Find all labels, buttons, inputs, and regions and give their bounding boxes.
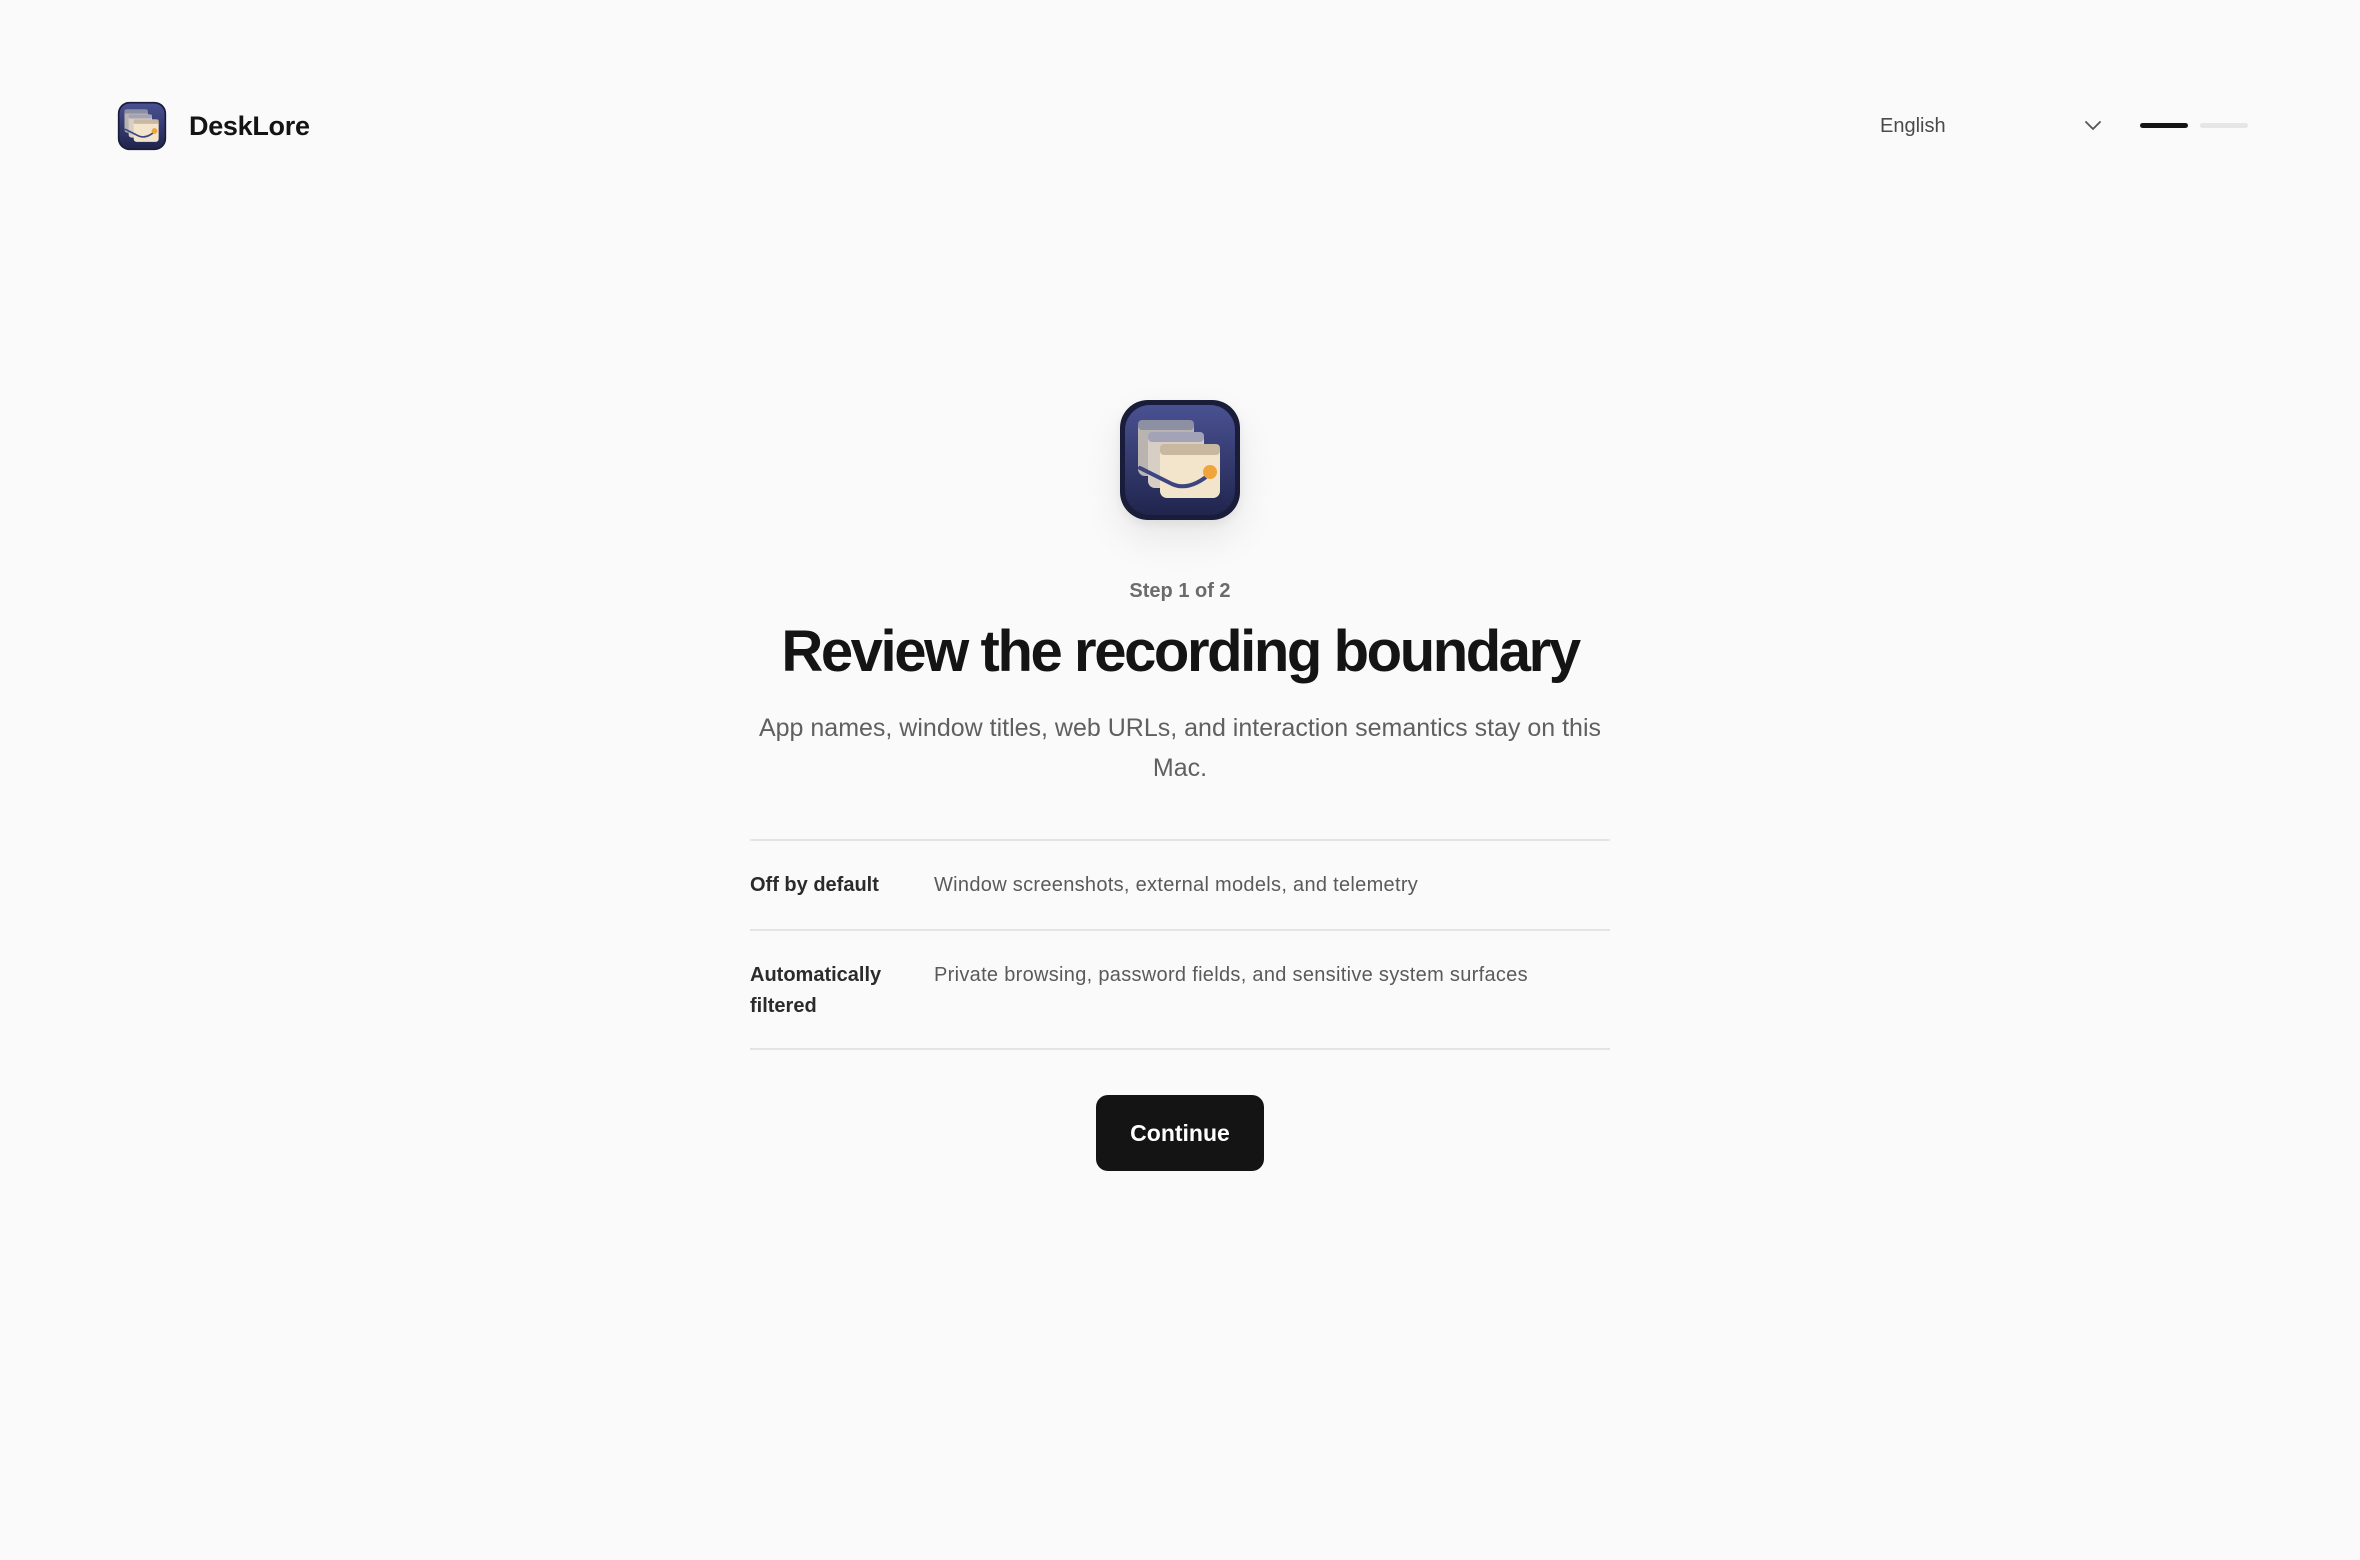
language-select[interactable]: English [1880, 108, 2104, 144]
policy-row-off-by-default: Off by default Window screenshots, exter… [750, 841, 1610, 931]
desklore-app-icon [1120, 400, 1240, 520]
recording-policy-list: Off by default Window screenshots, exter… [750, 839, 1610, 1050]
policy-value: Private browsing, password fields, and s… [934, 964, 1528, 986]
hero-app-icon [1120, 400, 1240, 520]
step-progress-indicator [2140, 123, 2248, 128]
continue-button[interactable]: Continue [1096, 1095, 1264, 1171]
progress-segment-2 [2200, 123, 2248, 128]
policy-value: Window screenshots, external models, and… [934, 874, 1419, 896]
brand-name: DeskLore [189, 110, 310, 141]
step-label: Step 1 of 2 [1129, 580, 1231, 602]
policy-key: Automatically filtered [750, 964, 882, 1017]
page-title: Review the recording boundary [781, 619, 1581, 684]
header: DeskLore English [0, 0, 2360, 250]
progress-segment-1 [2140, 123, 2188, 128]
policy-key: Off by default [750, 874, 879, 896]
brand: DeskLore [117, 101, 310, 151]
policy-row-automatically-filtered: Automatically filtered Private browsing,… [750, 931, 1610, 1050]
desklore-app-icon [117, 101, 167, 151]
page-subtitle: App names, window titles, web URLs, and … [758, 714, 1602, 782]
chevron-down-icon [2085, 121, 2101, 130]
language-selected-label: English [1880, 114, 1946, 137]
